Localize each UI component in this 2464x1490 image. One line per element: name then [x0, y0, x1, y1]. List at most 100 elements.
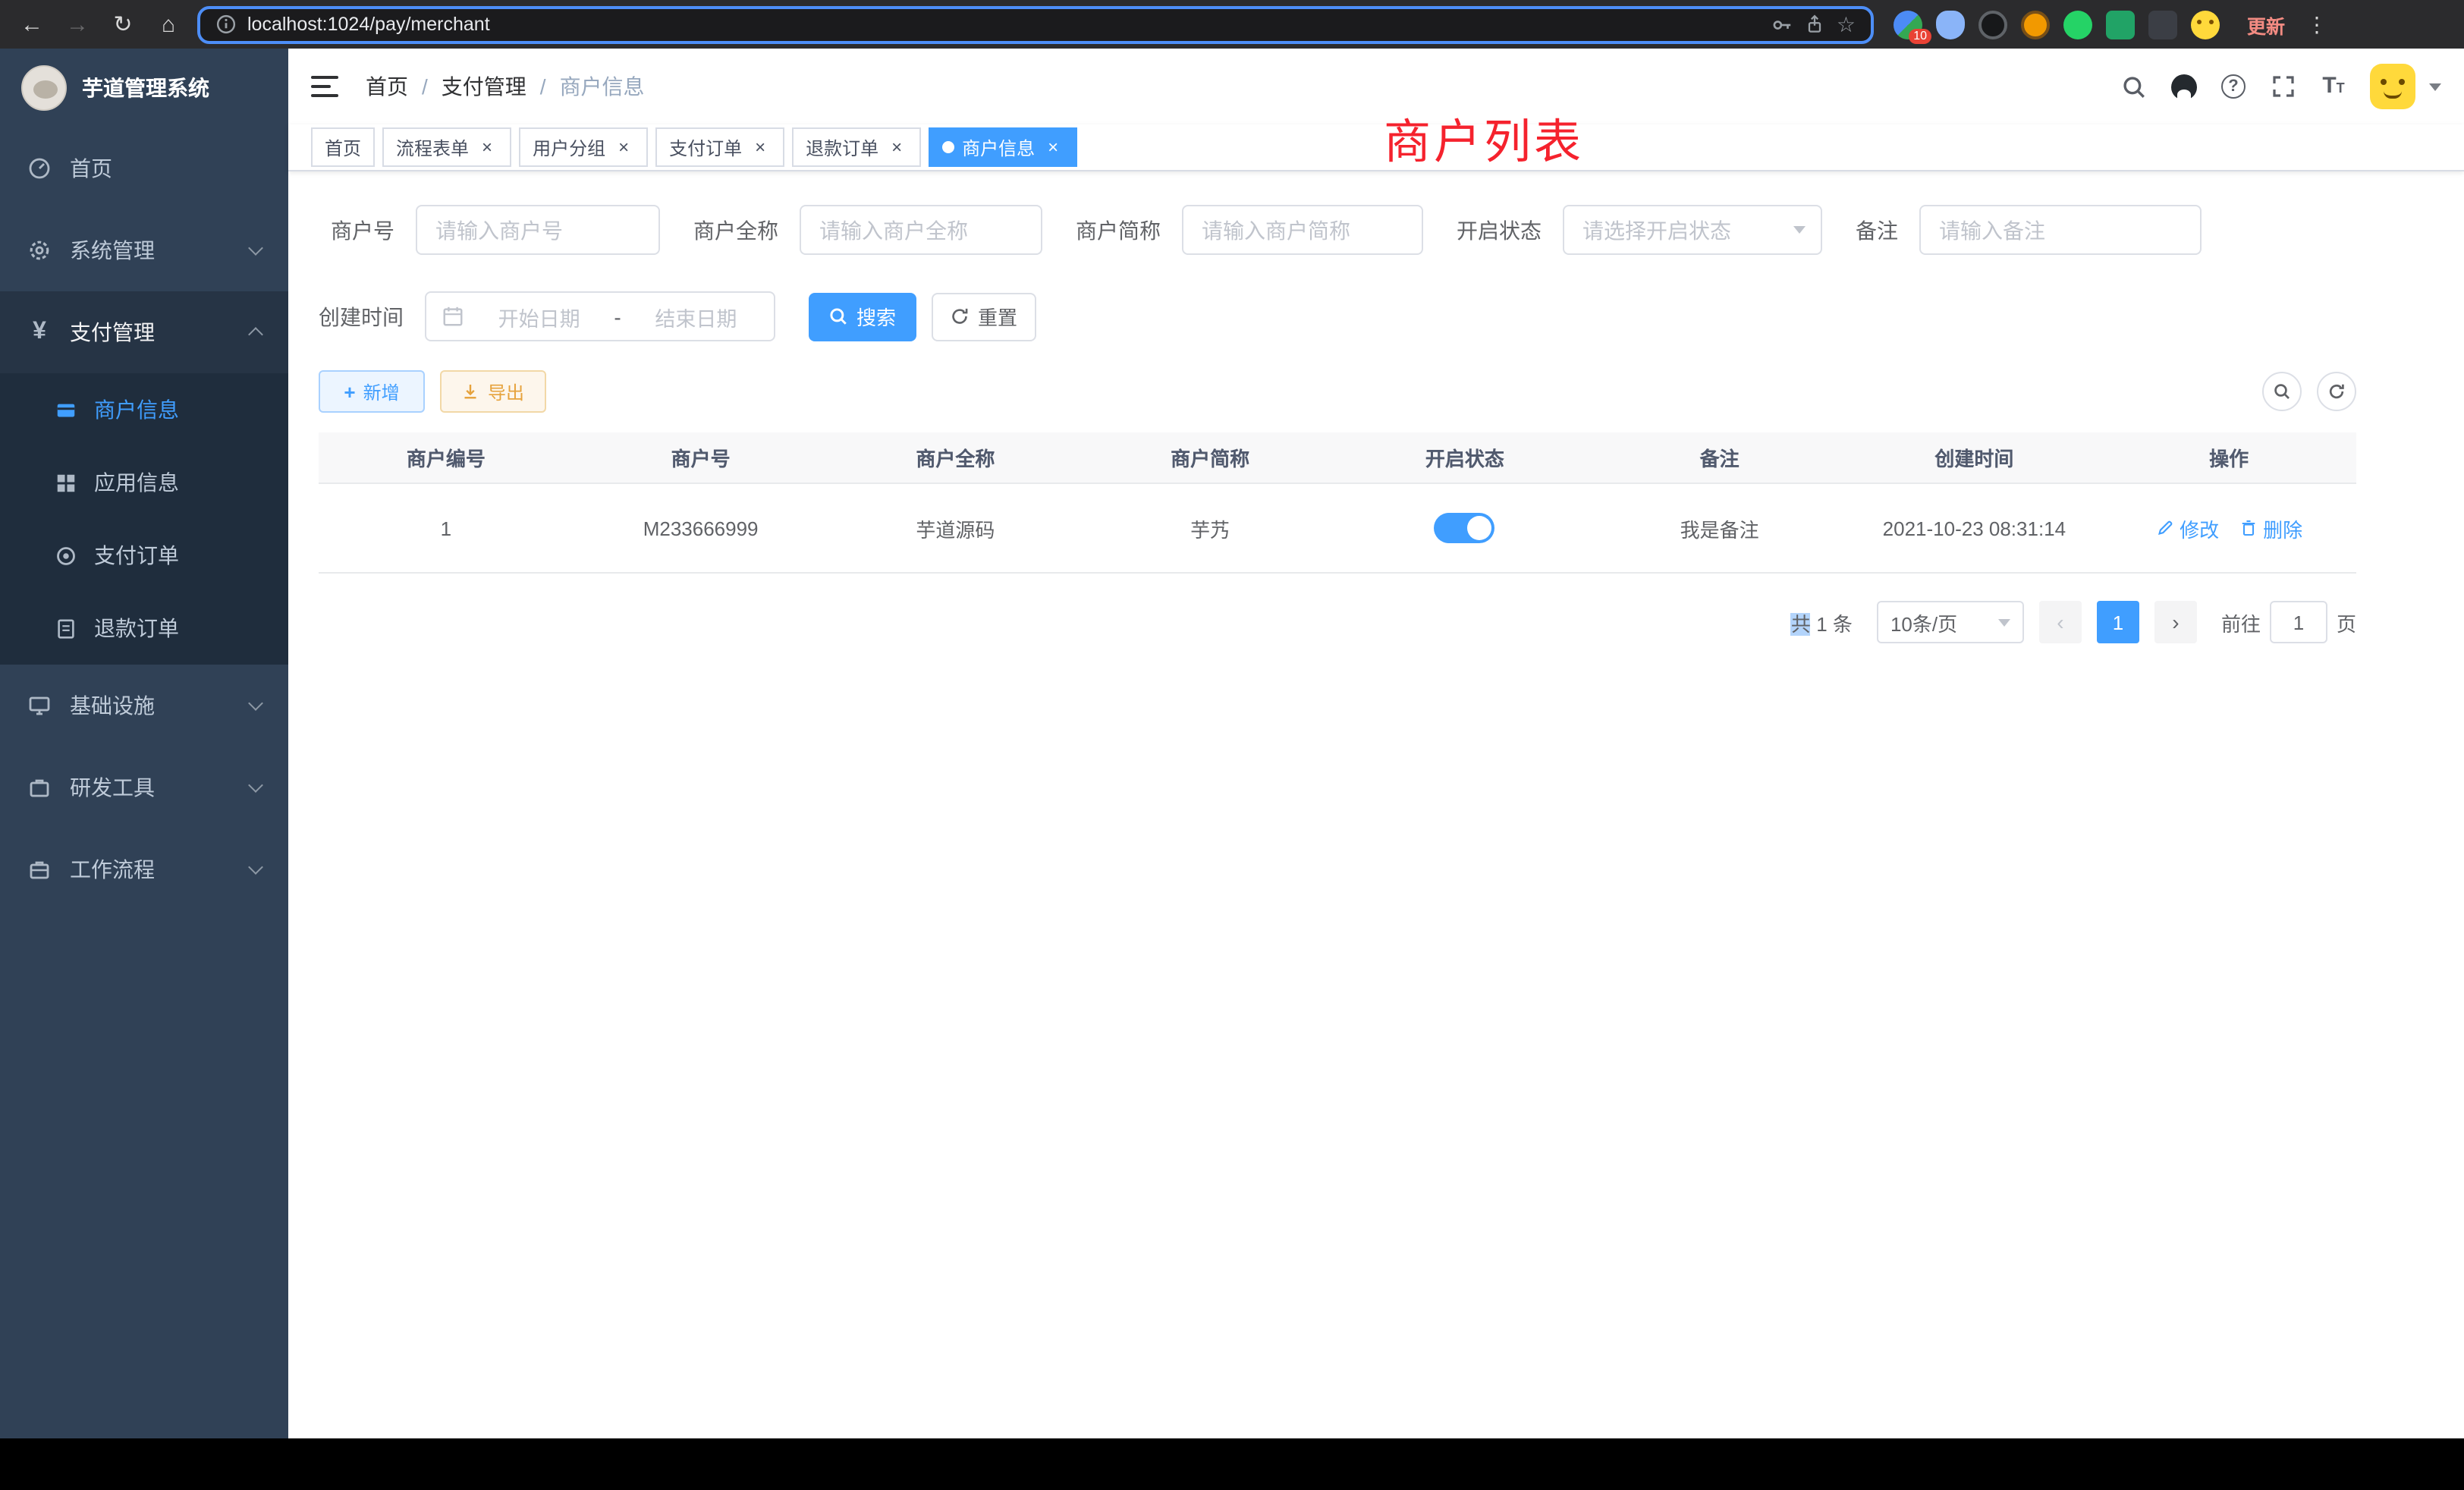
add-button[interactable]: + 新增	[319, 370, 425, 413]
sidebar-item-workflow[interactable]: 工作流程	[0, 828, 288, 910]
sidebar-item-app-info[interactable]: 应用信息	[0, 446, 288, 519]
date-end-placeholder[interactable]: 结束日期	[633, 301, 759, 332]
breadcrumb-home[interactable]: 首页	[366, 71, 408, 102]
full-name-input[interactable]	[800, 205, 1042, 255]
page-size-select[interactable]: 10条/页	[1877, 601, 2024, 643]
prev-page-button[interactable]: ‹	[2039, 601, 2082, 643]
toggle-search-button[interactable]	[2262, 372, 2302, 411]
sidebar-item-label: 基础设施	[70, 690, 155, 721]
calendar-icon	[442, 305, 464, 328]
emoji-avatar-icon[interactable]	[2191, 10, 2220, 39]
sidebar-item-label: 系统管理	[70, 235, 155, 266]
profile-extension-icon[interactable]	[2021, 10, 2050, 39]
short-name-input[interactable]	[1182, 205, 1423, 255]
pagination-total: 共 1 条	[1791, 608, 1853, 637]
address-bar[interactable]: localhost:1024/pay/merchant ☆	[197, 5, 1874, 43]
url-text[interactable]: localhost:1024/pay/merchant	[247, 14, 1761, 35]
refresh-table-button[interactable]	[2317, 372, 2356, 411]
extension-icon[interactable]	[2106, 10, 2135, 39]
sidebar-item-devtools[interactable]: 研发工具	[0, 747, 288, 828]
breadcrumb-payment[interactable]: 支付管理	[442, 71, 526, 102]
close-icon[interactable]: ×	[613, 137, 634, 158]
sidebar-item-label: 商户信息	[94, 395, 179, 425]
close-icon[interactable]: ×	[886, 137, 907, 158]
close-icon[interactable]: ×	[1042, 137, 1064, 158]
filter-remark: 备注	[1856, 205, 2202, 255]
tab-merchant-info[interactable]: 商户信息 ×	[929, 127, 1077, 167]
share-icon[interactable]	[1805, 14, 1826, 35]
browser-menu-icon[interactable]: ⋮	[2303, 11, 2330, 37]
next-page-button[interactable]: ›	[2154, 601, 2197, 643]
chevron-down-icon	[1793, 226, 1806, 234]
extension-icon[interactable]: 10	[1894, 10, 1922, 39]
page-number-button[interactable]: 1	[2097, 601, 2139, 643]
filter-merchant-no: 商户号	[319, 205, 660, 255]
browser-update-button[interactable]: 更新	[2238, 5, 2294, 43]
plus-icon: +	[344, 382, 355, 401]
chevron-down-icon	[248, 240, 263, 256]
sidebar-item-label: 研发工具	[70, 772, 155, 803]
status-select[interactable]: 请选择开启状态	[1563, 205, 1822, 255]
full-name-label: 商户全称	[693, 215, 778, 245]
fullscreen-icon[interactable]	[2270, 73, 2297, 100]
date-separator: -	[614, 304, 621, 328]
github-icon[interactable]	[2170, 73, 2197, 100]
tab-pay-order[interactable]: 支付订单 ×	[655, 127, 784, 167]
date-range-picker[interactable]: 开始日期 - 结束日期	[425, 291, 775, 341]
avatar-caret-icon[interactable]	[2429, 83, 2441, 90]
password-key-icon[interactable]	[1771, 13, 1794, 36]
circle-target-icon	[55, 544, 77, 567]
table-setting-buttons	[2262, 372, 2356, 411]
breadcrumb: 首页 / 支付管理 / 商户信息	[366, 71, 645, 102]
sidebar-item-infra[interactable]: 基础设施	[0, 665, 288, 747]
edit-link[interactable]: 修改	[2155, 514, 2219, 542]
cell-merchant-id: 1	[319, 484, 574, 574]
export-button[interactable]: 导出	[440, 370, 546, 413]
sidebar-item-system[interactable]: 系统管理	[0, 209, 288, 291]
app-navbar: 首页 / 支付管理 / 商户信息 ? TT	[288, 49, 2464, 124]
sidebar-item-refund-order[interactable]: 退款订单	[0, 592, 288, 665]
merchant-no-input[interactable]	[416, 205, 660, 255]
bookmark-star-icon[interactable]: ☆	[1837, 14, 1856, 35]
close-icon[interactable]: ×	[750, 137, 771, 158]
yen-icon: ¥	[27, 320, 52, 344]
reset-button[interactable]: 重置	[932, 292, 1036, 341]
page-content: 商户号 商户全称 商户简称 开启状态 请选择开启状态	[288, 171, 2464, 1438]
search-icon[interactable]	[2120, 73, 2147, 100]
status-toggle[interactable]	[1435, 513, 1495, 543]
help-icon[interactable]: ?	[2220, 73, 2247, 100]
sidebar-item-pay-order[interactable]: 支付订单	[0, 519, 288, 592]
tab-user-group[interactable]: 用户分组 ×	[519, 127, 648, 167]
grid-icon	[55, 471, 77, 494]
tab-home[interactable]: 首页	[311, 127, 375, 167]
forward-icon[interactable]: →	[58, 5, 97, 44]
delete-link[interactable]: 删除	[2239, 514, 2302, 542]
extension-icon[interactable]	[1936, 10, 1965, 39]
reload-icon[interactable]: ↻	[103, 5, 143, 44]
sidebar-item-home[interactable]: 首页	[0, 127, 288, 209]
goto-page-input[interactable]	[2270, 601, 2327, 643]
sidebar-item-payment[interactable]: ¥ 支付管理	[0, 291, 288, 373]
app-window: 芋道管理系统 首页 系统管理 ¥ 支付管理	[0, 49, 2464, 1438]
avatar[interactable]	[2370, 64, 2415, 109]
app-logo[interactable]: 芋道管理系统	[0, 49, 288, 127]
sidebar-item-merchant-info[interactable]: 商户信息	[0, 373, 288, 446]
page-info-icon[interactable]	[215, 14, 237, 35]
remark-input[interactable]	[1919, 205, 2202, 255]
filter-row-1: 商户号 商户全称 商户简称 开启状态 请选择开启状态	[319, 205, 2356, 255]
extension-icon[interactable]	[2148, 10, 2177, 39]
close-icon[interactable]: ×	[476, 137, 498, 158]
date-start-placeholder[interactable]: 开始日期	[476, 301, 602, 332]
font-size-icon[interactable]: TT	[2320, 73, 2347, 100]
back-icon[interactable]: ←	[12, 5, 52, 44]
search-button[interactable]: 搜索	[809, 292, 916, 341]
home-icon[interactable]: ⌂	[149, 5, 188, 44]
extension-icon[interactable]	[1978, 10, 2007, 39]
tab-refund-order[interactable]: 退款订单 ×	[792, 127, 921, 167]
sidebar-toggle-icon[interactable]	[311, 76, 338, 97]
tags-view: 首页 流程表单 × 用户分组 × 支付订单 × 退款订单 ×	[288, 124, 2464, 171]
document-icon	[55, 617, 77, 640]
extension-icon[interactable]	[2063, 10, 2092, 39]
tab-process-form[interactable]: 流程表单 ×	[382, 127, 511, 167]
logo-avatar	[21, 65, 67, 111]
